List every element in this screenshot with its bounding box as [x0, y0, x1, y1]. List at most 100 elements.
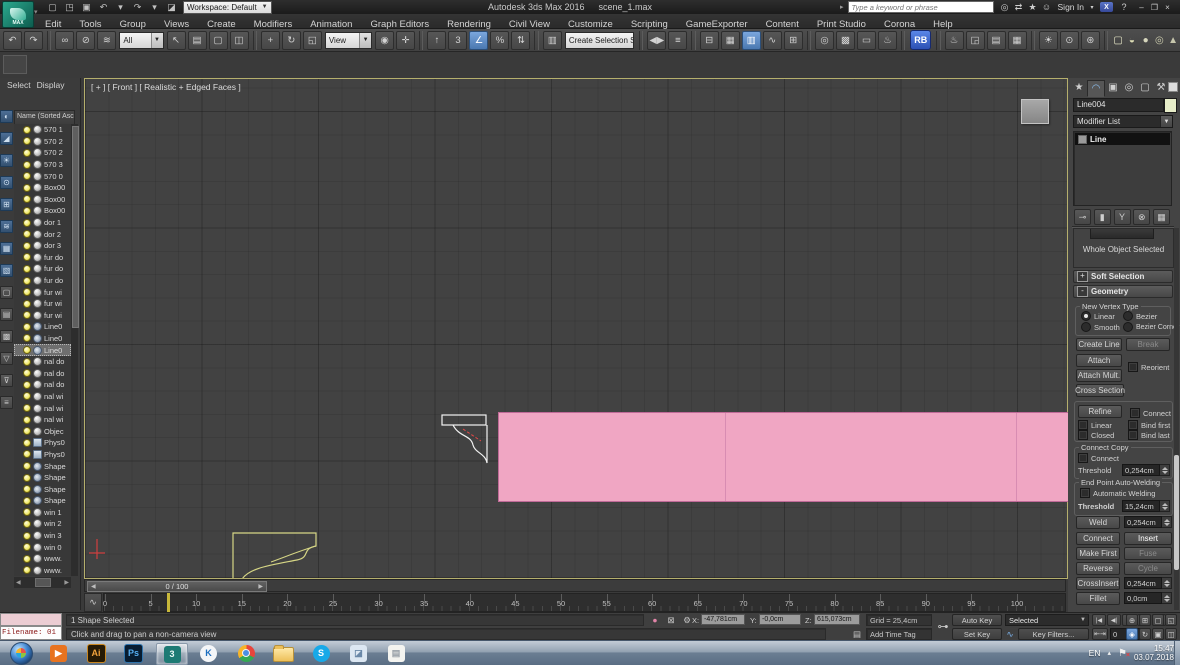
viewport-front[interactable]: [ + ] [ Front ] [ Realistic + Edged Face… — [84, 78, 1068, 579]
attach-button[interactable]: Attach — [1076, 354, 1122, 367]
visibility-bulb-icon[interactable] — [23, 137, 31, 146]
visibility-bulb-icon[interactable] — [23, 218, 31, 227]
refine-button[interactable]: Refine — [1078, 405, 1122, 418]
snap-toggle-3d-icon[interactable]: 3 — [448, 30, 468, 50]
list-item[interactable]: Box00 — [14, 194, 71, 206]
explorer-vertical-scrollbar[interactable] — [71, 124, 79, 576]
list-item[interactable]: fur do — [14, 263, 71, 275]
go-to-start-icon[interactable]: |◀ — [1092, 614, 1106, 626]
undo-dropdown-icon[interactable]: ▾ — [113, 1, 128, 13]
display-cameras-icon[interactable]: ⊙ — [0, 176, 13, 189]
list-view-icon[interactable]: ≡ — [0, 396, 13, 409]
rollout-geometry[interactable]: - Geometry — [1073, 285, 1173, 298]
visibility-bulb-icon[interactable] — [23, 253, 31, 262]
render-production-icon[interactable]: ♨ — [878, 30, 898, 50]
tab-modify[interactable]: ◠ — [1087, 80, 1105, 97]
favorites-star-icon[interactable]: ★ — [1026, 2, 1040, 13]
undo-icon[interactable]: ↶ — [96, 1, 111, 13]
checkbox-icon[interactable] — [1078, 420, 1088, 430]
list-item[interactable]: dor 1 — [14, 217, 71, 229]
new-key-curve-icon[interactable]: ∿ — [1003, 628, 1017, 640]
zoom-icon[interactable]: ⊕ — [1126, 614, 1138, 626]
fillet-button[interactable]: Fillet — [1076, 592, 1120, 605]
action-center-flag-icon[interactable]: ⚑ × — [1118, 648, 1130, 659]
visibility-bulb-icon[interactable] — [23, 404, 31, 413]
show-end-result-icon[interactable]: ▮ — [1093, 209, 1111, 225]
select-and-move-icon[interactable]: + — [260, 30, 280, 50]
project-folder-icon[interactable]: ◪ — [164, 1, 179, 13]
list-item[interactable]: Shape — [14, 483, 71, 495]
edit-named-sets-icon[interactable]: ▥ — [542, 30, 562, 50]
curve-editor-icon[interactable]: ∿ — [762, 30, 782, 50]
radio-icon[interactable] — [1081, 311, 1091, 321]
display-bones-icon[interactable]: ▢ — [0, 286, 13, 299]
list-item[interactable]: fur wi — [14, 286, 71, 298]
visibility-bulb-icon[interactable] — [23, 462, 31, 471]
radio-linear[interactable]: Linear — [1081, 311, 1115, 321]
scrollbar-thumb[interactable] — [72, 126, 79, 328]
weld-button[interactable]: Weld — [1076, 516, 1120, 529]
spinner-snap-icon[interactable]: ⇅ — [511, 30, 531, 50]
keyboard-override-icon[interactable]: ↑ — [427, 30, 447, 50]
checkbox-icon[interactable] — [1128, 420, 1138, 430]
auto-weld-threshold-spinner[interactable]: 15,24cm — [1122, 500, 1170, 512]
mirror-icon[interactable]: ◀▶ — [647, 30, 667, 50]
visibility-bulb-icon[interactable] — [23, 392, 31, 401]
display-helpers-icon[interactable]: ⊞ — [0, 198, 13, 211]
select-and-link-icon[interactable]: ∞ — [55, 30, 75, 50]
walk-through-icon[interactable]: ◫ — [1165, 628, 1177, 640]
illustrator[interactable]: Ai — [81, 643, 111, 663]
list-item[interactable]: nal wi — [14, 391, 71, 403]
list-item[interactable]: 570 0 — [14, 170, 71, 182]
spinner-arrows-icon[interactable] — [1162, 577, 1172, 589]
key-step-toggle[interactable]: ⇤⇥ — [1092, 628, 1108, 640]
make-unique-icon[interactable]: Y — [1113, 209, 1131, 225]
connect-checkbox[interactable]: Connect — [1130, 408, 1171, 418]
visibility-bulb-icon[interactable] — [23, 276, 31, 285]
select-object-icon[interactable]: ↖ — [166, 30, 186, 50]
rollout-soft-selection[interactable]: + Soft Selection — [1073, 270, 1173, 283]
time-slider-handle[interactable]: ◀ 0 / 100 ▶ — [87, 581, 267, 592]
redo-icon[interactable]: ↷ — [24, 30, 43, 50]
material-editor-icon[interactable]: ◎ — [815, 30, 835, 50]
selection-filter-dropdown[interactable]: All ▼ — [119, 31, 164, 49]
material-sample-cone-icon[interactable]: ▲ — [1167, 33, 1179, 48]
list-item[interactable]: win 3 — [14, 530, 71, 542]
checkbox-icon[interactable] — [1078, 430, 1088, 440]
3ds-max[interactable]: 3 — [156, 643, 188, 665]
skype[interactable]: S — [306, 643, 336, 663]
undo-icon[interactable]: ↶ — [3, 30, 22, 50]
list-item[interactable]: 570 1 — [14, 124, 71, 136]
fillet-spinner[interactable]: 0,0cm — [1124, 592, 1172, 604]
key-filters-button[interactable]: Key Filters... — [1018, 628, 1089, 640]
visibility-bulb-icon[interactable] — [23, 125, 31, 134]
display-geometry-icon[interactable]: ◐ — [0, 110, 13, 123]
explorer-menu-select[interactable]: Select — [7, 80, 31, 90]
list-item[interactable]: 570 3 — [14, 159, 71, 171]
insert-button[interactable]: Insert — [1124, 532, 1172, 545]
search-history-icon[interactable]: ◎ — [998, 2, 1012, 13]
connect-copy-checkbox[interactable]: Connect — [1078, 453, 1119, 463]
visibility-bulb-icon[interactable] — [23, 206, 31, 215]
save-icon[interactable]: ▣ — [79, 1, 94, 13]
reorient-checkbox[interactable]: Reorient — [1128, 362, 1169, 372]
visibility-bulb-icon[interactable] — [23, 195, 31, 204]
object-name-field[interactable]: Line004 — [1073, 98, 1164, 112]
cycle-button[interactable]: Cycle — [1124, 562, 1172, 575]
checkbox-icon[interactable] — [1128, 362, 1138, 372]
list-item[interactable]: win 0 — [14, 541, 71, 553]
file-explorer[interactable] — [269, 643, 299, 663]
filter-icon[interactable]: ▽ — [0, 352, 13, 365]
pan-icon[interactable]: ◈ — [1126, 628, 1138, 640]
list-item[interactable]: Objec — [14, 425, 71, 437]
list-item[interactable]: fur wi — [14, 310, 71, 322]
isolate-selection-icon[interactable]: ● — [648, 614, 662, 626]
display-spacewarps-icon[interactable]: ≋ — [0, 220, 13, 233]
attach-mult-button[interactable]: Attach Mult. — [1076, 369, 1122, 382]
visibility-bulb-icon[interactable] — [23, 346, 31, 355]
list-item[interactable]: Phys0 — [14, 437, 71, 449]
visibility-bulb-icon[interactable] — [23, 427, 31, 436]
viewcube[interactable] — [1021, 99, 1049, 124]
media-player[interactable]: ▶ — [44, 643, 74, 663]
exchange-apps-icon[interactable]: X — [1099, 2, 1113, 12]
